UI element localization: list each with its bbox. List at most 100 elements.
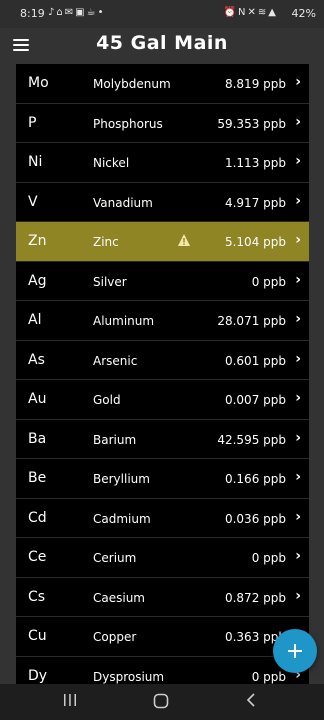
element-name: Aluminum: [93, 314, 155, 328]
element-row-al[interactable]: Al Aluminum 28.071 ppb ›: [16, 301, 309, 341]
element-name: Dysprosium: [93, 669, 165, 684]
chevron-right-icon: ›: [295, 508, 301, 525]
back-icon[interactable]: [244, 692, 260, 708]
element-symbol: Cu: [28, 628, 47, 644]
element-symbol: Ni: [28, 154, 43, 170]
alarm-icon: ⏰: [223, 7, 239, 18]
add-button[interactable]: [273, 629, 317, 673]
element-symbol: V: [28, 193, 38, 210]
home-icon: ⌂: [56, 7, 65, 18]
element-symbol: Zn: [28, 233, 47, 249]
dot-icon: •: [97, 7, 106, 18]
element-value: 0 ppb: [251, 274, 286, 289]
battery-level: 42%: [291, 7, 316, 20]
element-name: Silver: [93, 274, 127, 289]
chevron-right-icon: ›: [295, 74, 301, 90]
chevron-right-icon: ›: [295, 548, 301, 564]
element-name: Caesium: [93, 590, 145, 605]
element-symbol: Be: [28, 470, 47, 486]
element-row-ce[interactable]: Ce Cerium 0 ppb ›: [16, 538, 309, 578]
nfc-icon: N: [238, 7, 248, 18]
element-name: Barium: [93, 432, 137, 447]
chevron-right-icon: ›: [295, 311, 301, 327]
element-row-cu[interactable]: CuCopper0.363 ppb›: [16, 617, 309, 657]
mute-icon: ✕: [247, 7, 258, 18]
element-symbol: Al: [28, 312, 42, 328]
photo-icon: ▣: [75, 7, 87, 18]
element-row-v[interactable]: V Vanadium 4.917 ppb ›: [16, 183, 309, 222]
element-value: 8.819 ppb: [224, 77, 286, 91]
page-title: 45 Gal Main: [96, 32, 228, 54]
element-symbol: Cs: [28, 588, 46, 605]
chevron-right-icon: ›: [295, 469, 301, 485]
element-symbol: Ce: [28, 549, 47, 565]
element-row-be[interactable]: Be Beryllium 0.166 ppb ›: [16, 459, 309, 499]
chevron-right-icon: ›: [295, 429, 301, 446]
element-symbol: As: [28, 351, 45, 368]
plus-icon: [288, 644, 302, 658]
system-nav-bar: [0, 684, 324, 720]
element-value: 42.595 ppb: [217, 432, 286, 447]
element-name: Phosphorus: [93, 116, 163, 131]
element-row-cs[interactable]: Cs Caesium 0.872 ppb ›: [16, 578, 309, 617]
element-symbol: Ag: [28, 272, 47, 289]
element-row-au[interactable]: Au Gold 0.007 ppb ›: [16, 380, 309, 420]
element-name: Cerium: [93, 551, 137, 565]
wifi-icon: ≋: [257, 7, 269, 18]
element-symbol: Ba: [28, 430, 47, 447]
notification-icons: ♪⌂✉▣☕•: [48, 7, 105, 18]
element-list[interactable]: Mo Molybdenum 8.819 ppb › P Phosphorus 59.353 …: [16, 64, 309, 684]
app-bar: 45 Gal Main: [0, 28, 324, 64]
status-time: 8:19: [20, 7, 45, 20]
element-row-cd[interactable]: Cd Cadmium 0.036 ppb ›: [16, 499, 309, 538]
element-value: 0.872 ppb: [224, 590, 286, 605]
element-value: 0.601 ppb: [224, 353, 286, 368]
chevron-right-icon: ›: [295, 192, 301, 209]
element-value: 0.166 ppb: [224, 472, 286, 486]
element-row-ba[interactable]: Ba Barium 42.595 ppb ›: [16, 420, 309, 459]
element-row-mo[interactable]: Mo Molybdenum 8.819 ppb ›: [16, 64, 309, 104]
element-value: 59.353 ppb: [217, 116, 286, 131]
element-name: Gold: [93, 393, 121, 407]
element-symbol: Mo: [28, 75, 49, 91]
element-row-ni[interactable]: Ni Nickel 1.113 ppb ›: [16, 143, 309, 183]
element-row-ag[interactable]: Ag Silver 0 ppb ›: [16, 262, 309, 301]
element-row-p[interactable]: P Phosphorus 59.353 ppb ›: [16, 104, 309, 143]
chevron-right-icon: ›: [295, 271, 301, 288]
status-bar: 8:19 ♪⌂✉▣☕• ⏰N✕≋▲ 42%: [0, 0, 324, 28]
element-symbol: P: [28, 114, 37, 131]
element-value: 28.071 ppb: [217, 314, 286, 328]
chevron-right-icon: ›: [295, 350, 301, 367]
chevron-right-icon: ›: [295, 153, 301, 169]
element-name: Beryllium: [93, 472, 150, 486]
gmail-icon: ✉: [64, 7, 76, 18]
system-icons: ⏰N✕≋▲: [224, 7, 278, 18]
element-symbol: Cd: [28, 509, 47, 526]
element-value: 0 ppb: [251, 669, 286, 684]
element-name: Copper: [93, 630, 137, 644]
chevron-right-icon: ›: [295, 390, 301, 406]
element-name: Nickel: [93, 156, 130, 170]
element-name: Zinc: [93, 235, 119, 249]
element-name: Molybdenum: [93, 77, 171, 91]
recent-apps-icon[interactable]: [62, 692, 78, 708]
element-row-dy[interactable]: Dy Dysprosium 0 ppb ›: [16, 657, 309, 685]
chevron-right-icon: ›: [295, 232, 301, 248]
element-value: 0 ppb: [251, 551, 286, 565]
chevron-right-icon: ›: [295, 113, 301, 130]
element-value: 0.007 ppb: [224, 393, 286, 407]
element-value: 5.104 ppb: [224, 235, 286, 249]
element-value: 1.113 ppb: [224, 156, 286, 170]
element-name: Vanadium: [93, 195, 153, 210]
element-row-as[interactable]: As Arsenic 0.601 ppb ›: [16, 341, 309, 380]
element-value: 0.036 ppb: [224, 511, 286, 526]
chevron-right-icon: ›: [295, 587, 301, 604]
element-symbol: Dy: [28, 667, 48, 684]
home-circle-icon[interactable]: [152, 692, 170, 710]
teapot-icon: ☕: [86, 7, 98, 18]
signal-icon: ▲: [268, 7, 278, 18]
element-row-zn[interactable]: Zn Zinc 5.104 ppb ›: [16, 222, 309, 262]
element-symbol: Au: [28, 391, 47, 407]
element-value: 4.917 ppb: [224, 195, 286, 210]
element-name: Cadmium: [93, 511, 151, 526]
